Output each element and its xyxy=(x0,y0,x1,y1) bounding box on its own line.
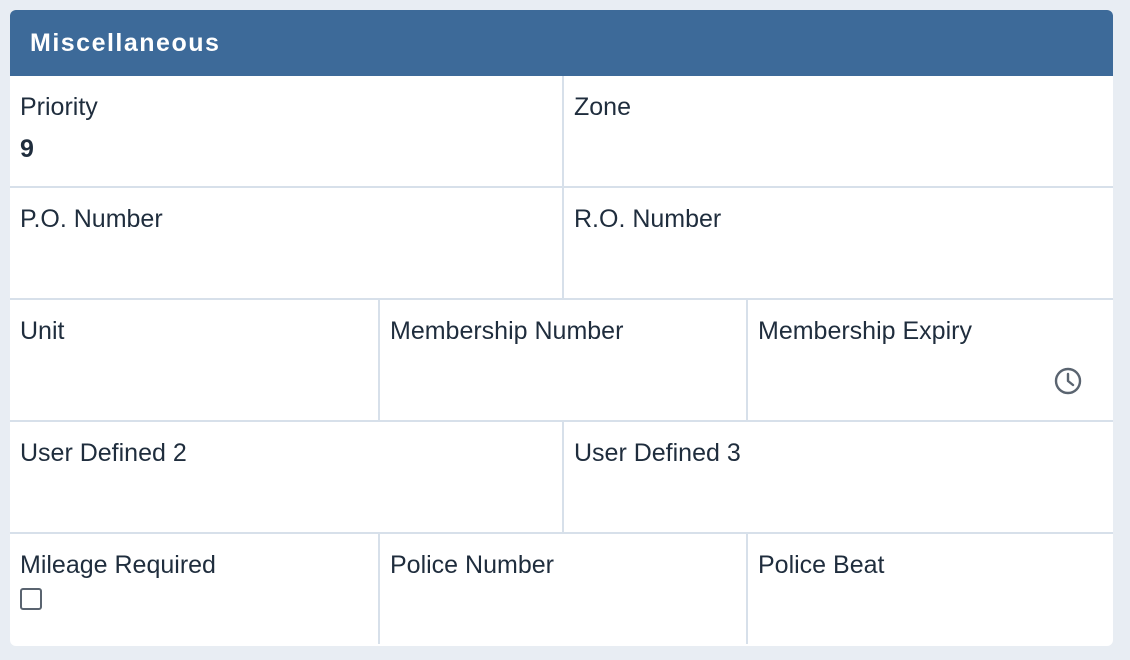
panel-title: Miscellaneous xyxy=(30,28,221,57)
unit-field[interactable]: Unit xyxy=(10,300,378,420)
po-number-field[interactable]: P.O. Number xyxy=(10,188,562,298)
miscellaneous-panel: Miscellaneous Priority 9 Zone P.O. Numbe… xyxy=(10,10,1113,646)
zone-field[interactable]: Zone xyxy=(562,76,1113,186)
form-row: P.O. Number R.O. Number xyxy=(10,188,1113,300)
priority-value[interactable]: 9 xyxy=(20,134,552,164)
ro-number-label: R.O. Number xyxy=(574,205,722,233)
user-defined-2-label: User Defined 2 xyxy=(20,439,187,467)
panel-header: Miscellaneous xyxy=(10,10,1113,76)
membership-expiry-label: Membership Expiry xyxy=(758,317,972,345)
form-row: Mileage Required Police Number Police Be… xyxy=(10,534,1113,644)
mileage-required-field: Mileage Required xyxy=(10,534,378,644)
priority-label: Priority xyxy=(20,93,98,121)
police-number-field[interactable]: Police Number xyxy=(378,534,746,644)
form-row: User Defined 2 User Defined 3 xyxy=(10,422,1113,534)
zone-label: Zone xyxy=(574,93,631,121)
user-defined-3-field[interactable]: User Defined 3 xyxy=(562,422,1113,532)
user-defined-3-label: User Defined 3 xyxy=(574,439,741,467)
ro-number-field[interactable]: R.O. Number xyxy=(562,188,1113,298)
police-number-label: Police Number xyxy=(390,551,554,579)
priority-field[interactable]: Priority 9 xyxy=(10,76,562,186)
po-number-label: P.O. Number xyxy=(20,205,163,233)
mileage-required-label: Mileage Required xyxy=(20,551,216,579)
membership-expiry-field[interactable]: Membership Expiry xyxy=(746,300,1113,420)
membership-number-field[interactable]: Membership Number xyxy=(378,300,746,420)
user-defined-2-field[interactable]: User Defined 2 xyxy=(10,422,562,532)
clock-icon[interactable] xyxy=(1053,366,1083,396)
unit-label: Unit xyxy=(20,317,65,345)
membership-number-label: Membership Number xyxy=(390,317,624,345)
form-row: Unit Membership Number Membership Expiry xyxy=(10,300,1113,422)
form-row: Priority 9 Zone xyxy=(10,76,1113,188)
police-beat-label: Police Beat xyxy=(758,551,885,579)
police-beat-field[interactable]: Police Beat xyxy=(746,534,1113,644)
mileage-required-checkbox[interactable] xyxy=(20,588,42,610)
